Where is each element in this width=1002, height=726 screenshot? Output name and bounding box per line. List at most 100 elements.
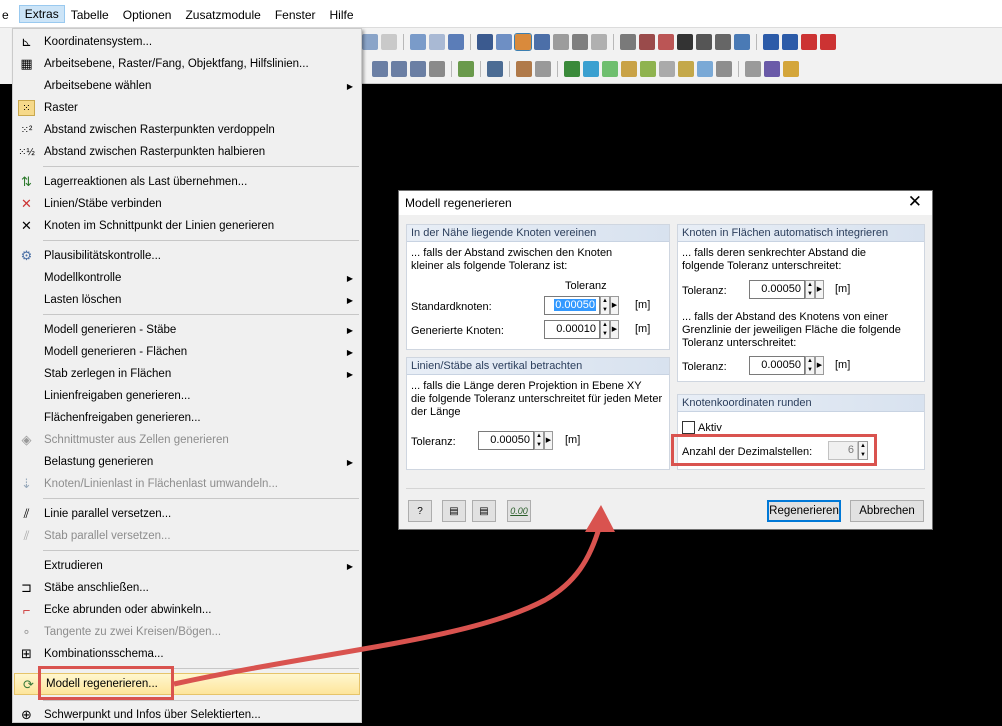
flag3-icon[interactable] <box>801 34 817 50</box>
active-checkbox[interactable] <box>682 421 695 434</box>
vertical-tolerance-input[interactable]: 0.00050 <box>478 431 534 450</box>
standard-nodes-arrow-button[interactable]: ▶ <box>610 296 619 315</box>
menu-extras[interactable]: Extras <box>18 5 65 23</box>
plane-icon[interactable] <box>564 61 580 77</box>
box-icon[interactable] <box>602 61 618 77</box>
generated-nodes-input[interactable]: 0.00010 <box>544 320 600 339</box>
section-icon[interactable] <box>697 61 713 77</box>
menu-zusatzmodule[interactable]: Zusatzmodule <box>179 7 268 23</box>
grid-icon[interactable] <box>448 34 464 50</box>
circle-icon[interactable] <box>639 34 655 50</box>
menu-item-grid-double[interactable]: ⁙² Abstand zwischen Rasterpunkten verdopp… <box>13 119 361 141</box>
standard-nodes-input[interactable]: 0.00050 <box>544 296 600 315</box>
save-defaults-button[interactable]: ▤ <box>472 500 496 522</box>
node-icon[interactable] <box>496 34 512 50</box>
menu-item-member-to-surfaces[interactable]: Stab zerlegen in Flächen ▶ <box>13 363 361 385</box>
cross-icon[interactable] <box>677 34 693 50</box>
menu-item-model-check[interactable]: Modellkontrolle ▶ <box>13 267 361 289</box>
menu-item-plausibility[interactable]: ⚙ Plausibilitätskontrolle... <box>13 245 361 267</box>
surfaces-tol1-spinner[interactable]: ▲ ▼ <box>805 280 815 299</box>
surfaces-tol1-input[interactable]: 0.00050 <box>749 280 805 299</box>
axis-z-icon[interactable] <box>410 61 426 77</box>
generated-nodes-spinner[interactable]: ▲ ▼ <box>600 320 610 339</box>
cancel-button[interactable]: Abbrechen <box>850 500 924 522</box>
menu-item-support-reactions[interactable]: ⇅ Lagerreaktionen als Last übernehmen... <box>13 171 361 193</box>
menu-item-generate-loading[interactable]: Belastung generieren ▶ <box>13 451 361 473</box>
angle-icon[interactable] <box>640 61 656 77</box>
measure-icon[interactable] <box>458 61 474 77</box>
dimension-icon[interactable] <box>516 61 532 77</box>
generated-nodes-arrow-button[interactable]: ▶ <box>610 320 619 339</box>
menu-item-delete-loads[interactable]: Lasten löschen ▶ <box>13 289 361 311</box>
menu-item-surface-releases[interactable]: Flächenfreigaben generieren... <box>13 407 361 429</box>
flag-icon[interactable] <box>763 34 779 50</box>
surfaces-desc-5: Toleranz unterschreitet: <box>682 337 797 349</box>
check-icon[interactable] <box>783 61 799 77</box>
color-icon[interactable] <box>487 61 503 77</box>
menu-item-connect-lines[interactable]: ✕ Linien/Stäbe verbinden <box>13 193 361 215</box>
hinge-icon[interactable] <box>591 34 607 50</box>
menu-item-grid[interactable]: ⁙ Raster <box>13 97 361 119</box>
menu-item-coordinate-system[interactable]: ⊾ Koordinatensystem... <box>13 31 361 53</box>
menu-item-round-corner[interactable]: ⌐ Ecke abrunden oder abwinkeln... <box>13 599 361 621</box>
toolbar-row-1 <box>362 30 836 54</box>
axis-neg-icon[interactable] <box>429 61 445 77</box>
surfaces-tol2-arrow-button[interactable]: ▶ <box>815 356 824 375</box>
plane2-icon[interactable] <box>583 61 599 77</box>
units-button[interactable]: 0.00 <box>507 500 531 522</box>
surfaces-tol2-spinner[interactable]: ▲ ▼ <box>805 356 815 375</box>
menu-item-connect-members[interactable]: ⊐ Stäbe anschließen... <box>13 577 361 599</box>
sphere-icon[interactable] <box>621 61 637 77</box>
flag2-icon[interactable] <box>782 34 798 50</box>
menu-item-extrude[interactable]: Extrudieren ▶ <box>13 555 361 577</box>
view-icon[interactable] <box>410 34 426 50</box>
menu-partial[interactable]: e <box>0 7 15 23</box>
menu-item-generate-members[interactable]: Modell generieren - Stäbe ▶ <box>13 319 361 341</box>
menu-item-generate-surfaces[interactable]: Modell generieren - Flächen ▶ <box>13 341 361 363</box>
close-icon[interactable]: ✕ <box>908 193 922 211</box>
comment-icon[interactable] <box>535 61 551 77</box>
vertical-tolerance-arrow-button[interactable]: ▶ <box>544 431 553 450</box>
settings-icon[interactable] <box>734 34 750 50</box>
table-icon[interactable] <box>678 61 694 77</box>
lock-icon[interactable] <box>696 34 712 50</box>
support-icon[interactable] <box>572 34 588 50</box>
layout-icon[interactable] <box>716 61 732 77</box>
help-button[interactable]: ? <box>408 500 432 522</box>
menu-optionen[interactable]: Optionen <box>117 7 180 23</box>
surfaces-tol2-input[interactable]: 0.00050 <box>749 356 805 375</box>
menu-item-workplane-grid[interactable]: ▦ Arbeitsebene, Raster/Fang, Objektfang, … <box>13 53 361 75</box>
brush-icon[interactable] <box>764 61 780 77</box>
surface-icon[interactable] <box>534 34 550 50</box>
menu-fenster[interactable]: Fenster <box>269 7 324 23</box>
solid-icon[interactable] <box>553 34 569 50</box>
curve-icon[interactable] <box>620 34 636 50</box>
flag4-icon[interactable] <box>820 34 836 50</box>
menu-hilfe[interactable]: Hilfe <box>324 7 362 23</box>
menu-item-select-workplane[interactable]: Arbeitsebene wählen ▶ <box>13 75 361 97</box>
text-icon[interactable] <box>381 34 397 50</box>
standard-nodes-spinner[interactable]: ▲ ▼ <box>600 296 610 315</box>
report-icon[interactable] <box>745 61 761 77</box>
menu-tabelle[interactable]: Tabelle <box>65 7 117 23</box>
slope-icon[interactable] <box>659 61 675 77</box>
dialog-titlebar: Modell regenerieren ✕ <box>399 191 932 215</box>
menu-item-combination-scheme[interactable]: ⊞ Kombinationsschema... <box>13 643 361 665</box>
vertical-tolerance-spinner[interactable]: ▲ ▼ <box>534 431 544 450</box>
vertical-tolerance-unit: [m] <box>565 434 581 446</box>
mesh-icon[interactable] <box>477 34 493 50</box>
member-icon[interactable] <box>514 33 532 51</box>
display-icon[interactable] <box>715 34 731 50</box>
axis-y-icon[interactable] <box>391 61 407 77</box>
print-icon[interactable] <box>362 34 378 50</box>
load-defaults-button[interactable]: ▤ <box>442 500 466 522</box>
menu-item-offset-line[interactable]: ⫽ Linie parallel versetzen... <box>13 503 361 525</box>
axis-x-icon[interactable] <box>372 61 388 77</box>
menu-item-line-releases[interactable]: Linienfreigaben generieren... <box>13 385 361 407</box>
surfaces-tol1-arrow-button[interactable]: ▶ <box>815 280 824 299</box>
frame-icon[interactable] <box>429 34 445 50</box>
regenerate-button[interactable]: Regenerieren <box>767 500 841 522</box>
menu-item-intersection-nodes[interactable]: ✕ Knoten im Schnittpunkt der Linien gener… <box>13 215 361 237</box>
triangle-icon[interactable] <box>658 34 674 50</box>
menu-item-grid-half[interactable]: ⁙½ Abstand zwischen Rasterpunkten halbier… <box>13 141 361 163</box>
